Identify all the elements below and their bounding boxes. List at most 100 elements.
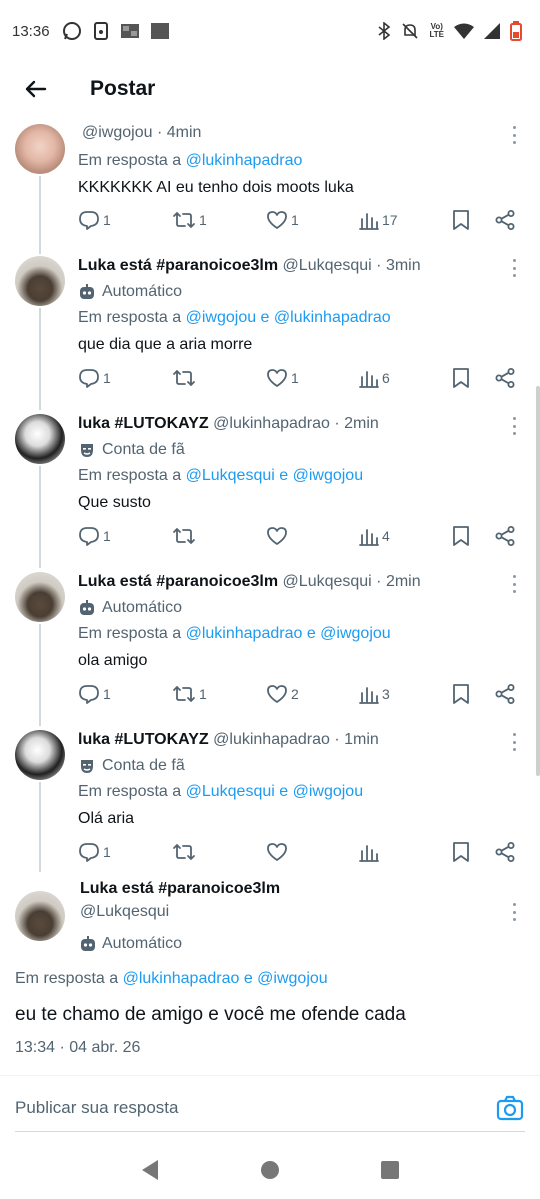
bookmark-button[interactable]	[452, 367, 470, 389]
avatar[interactable]	[15, 124, 65, 174]
nav-back-button[interactable]	[130, 1150, 170, 1190]
retweet-button[interactable]	[172, 841, 199, 863]
views-button[interactable]: 6	[359, 368, 390, 388]
reply-mention-link[interactable]: @iwgojou e @lukinhapadrao	[186, 309, 391, 326]
retweet-icon	[173, 212, 195, 228]
more-options-button[interactable]	[508, 417, 520, 435]
tweet-handle: @Lukqesqui	[282, 573, 372, 590]
tweet-author-name[interactable]: luka #LUTOKAYZ	[78, 415, 209, 432]
reply-button[interactable]: 1	[78, 841, 111, 863]
tweet-author-name[interactable]: luka #LUTOKAYZ	[78, 731, 209, 748]
main-account-badge-label: Automático	[102, 935, 183, 952]
heart-icon	[267, 685, 287, 703]
views-button[interactable]	[359, 842, 382, 862]
like-button[interactable]: 1	[266, 209, 299, 231]
reply-prefix: Em resposta a	[78, 467, 182, 484]
share-button[interactable]	[494, 683, 516, 705]
camera-button[interactable]	[496, 1094, 524, 1122]
avatar[interactable]	[15, 572, 65, 622]
retweet-button[interactable]: 1	[172, 683, 207, 705]
tweet-time: 3min	[385, 257, 421, 274]
avatar[interactable]	[15, 414, 65, 464]
reply-mention-link[interactable]: @lukinhapadrao e @iwgojou	[186, 625, 391, 642]
account-badge-label: Automático	[102, 283, 183, 300]
bot-icon	[78, 599, 96, 617]
bookmark-icon	[453, 368, 469, 388]
signal-icon	[484, 23, 500, 39]
share-button[interactable]	[494, 209, 516, 231]
square-icon	[150, 23, 169, 39]
main-more-options-button[interactable]	[508, 903, 520, 921]
retweet-icon	[173, 370, 195, 386]
tweet-action-bar: 1 1 1 17	[78, 208, 516, 232]
retweet-button[interactable]	[172, 525, 199, 547]
tweet-handle: @lukinhapadrao	[213, 731, 330, 748]
share-button[interactable]	[494, 367, 516, 389]
share-button[interactable]	[494, 841, 516, 863]
more-options-button[interactable]	[508, 575, 520, 593]
main-tweet-text: eu te chamo de amigo e você me ofende ca…	[15, 1004, 406, 1025]
main-reply-mention-link[interactable]: @lukinhapadrao e @iwgojou	[123, 970, 328, 987]
tweet-author-name[interactable]: Luka está #paranoicoe3lm	[78, 573, 278, 590]
bookmark-icon	[453, 684, 469, 704]
tweet-author-name[interactable]: Luka está #paranoicoe3lm	[78, 257, 278, 274]
share-button[interactable]	[494, 525, 516, 547]
views-button[interactable]: 17	[359, 210, 398, 230]
main-tweet-author-name[interactable]: Luka está #paranoicoe3lm	[80, 880, 280, 898]
avatar[interactable]	[15, 730, 65, 780]
share-icon	[495, 368, 515, 388]
tweet-time: 2min	[385, 573, 421, 590]
bookmark-button[interactable]	[452, 841, 470, 863]
thread-line	[39, 624, 41, 726]
triangle-back-icon	[142, 1159, 158, 1180]
thread-line	[39, 176, 41, 254]
reply-icon	[79, 211, 99, 230]
retweet-button[interactable]	[172, 367, 199, 389]
wifi-icon	[454, 23, 474, 39]
tweet-text: Que susto	[78, 494, 151, 511]
action-count: 1	[199, 212, 207, 228]
more-options-button[interactable]	[508, 259, 520, 277]
status-bar: 13:36 Vo) LTE	[0, 0, 540, 62]
reply-button[interactable]: 1	[78, 525, 111, 547]
like-button[interactable]	[266, 525, 291, 547]
nav-home-button[interactable]	[250, 1150, 290, 1190]
avatar[interactable]	[15, 256, 65, 306]
views-button[interactable]: 4	[359, 526, 390, 546]
reply-mention-link[interactable]: @Lukqesqui e @iwgojou	[186, 467, 363, 484]
bookmark-button[interactable]	[452, 209, 470, 231]
more-options-button[interactable]	[508, 733, 520, 751]
reply-mention-link[interactable]: @Lukqesqui e @iwgojou	[186, 783, 363, 800]
reply-button[interactable]: 1	[78, 367, 111, 389]
scrollbar[interactable]	[536, 386, 540, 776]
nav-recents-button[interactable]	[370, 1150, 410, 1190]
views-chart-icon	[359, 371, 379, 388]
like-button[interactable]	[266, 841, 291, 863]
action-count: 17	[382, 212, 398, 228]
more-options-button[interactable]	[508, 126, 520, 144]
back-button[interactable]	[18, 71, 54, 107]
bookmark-icon	[453, 842, 469, 862]
main-tweet-avatar[interactable]	[15, 891, 65, 941]
thread-line	[39, 782, 41, 872]
main-tweet-timestamp[interactable]: 13:34 · 04 abr. 26	[15, 1039, 140, 1057]
views-button[interactable]: 3	[359, 684, 390, 704]
bookmark-button[interactable]	[452, 525, 470, 547]
views-chart-icon	[359, 213, 379, 230]
reply-button[interactable]: 1	[78, 683, 111, 705]
heart-icon	[267, 527, 287, 545]
arrow-left-icon	[25, 80, 47, 98]
reply-mention-link[interactable]: @lukinhapadrao	[186, 152, 303, 169]
square-recents-icon	[381, 1160, 399, 1179]
reply-compose-input[interactable]: Publicar sua resposta	[15, 1098, 178, 1118]
battery-icon	[510, 21, 522, 41]
thread-line	[39, 466, 41, 568]
camera-icon	[496, 1095, 524, 1121]
retweet-button[interactable]: 1	[172, 209, 207, 231]
page-title: Postar	[90, 77, 156, 100]
like-button[interactable]: 1	[266, 367, 299, 389]
reply-button[interactable]: 1	[78, 209, 111, 231]
like-button[interactable]: 2	[266, 683, 299, 705]
share-icon	[495, 684, 515, 704]
bookmark-button[interactable]	[452, 683, 470, 705]
